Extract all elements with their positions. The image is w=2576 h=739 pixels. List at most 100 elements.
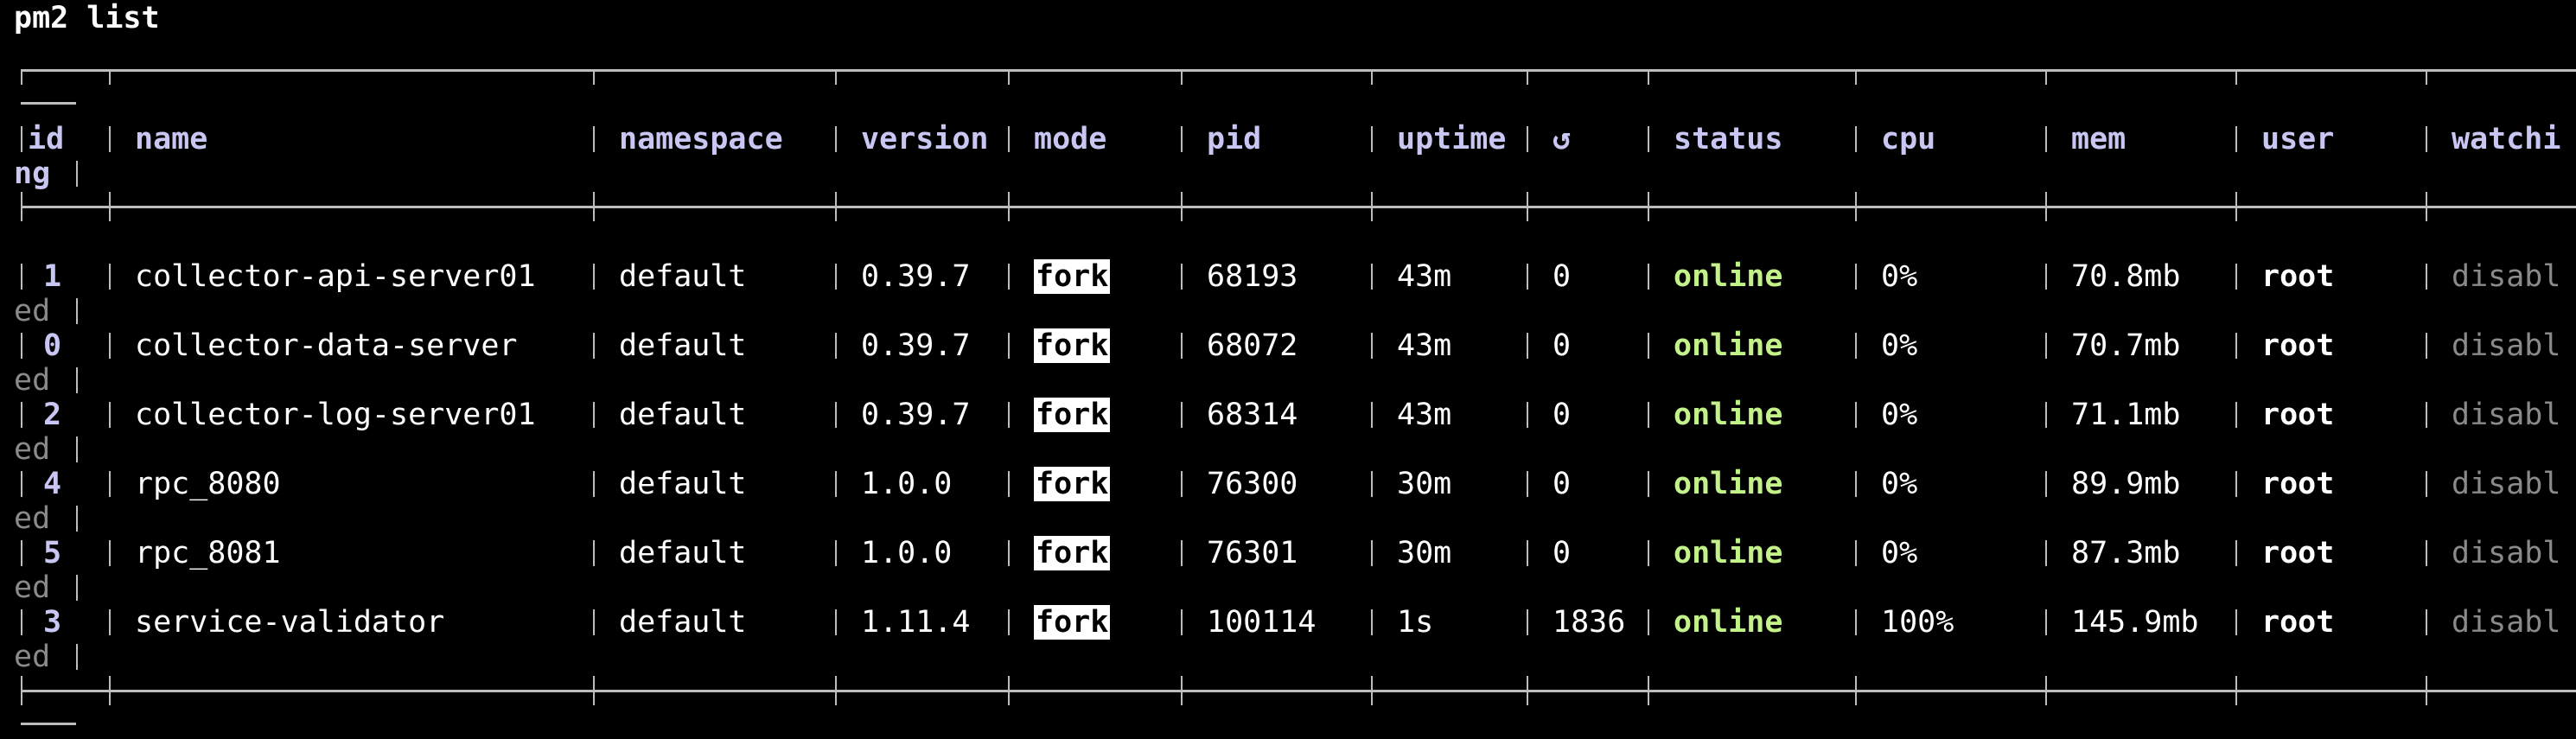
column-header-version[interactable]: version — [861, 121, 989, 157]
cell-separator — [593, 471, 595, 497]
cell-separator — [1008, 540, 1010, 566]
pid-cell: 76301 — [1207, 536, 1298, 570]
column-tick — [835, 690, 837, 705]
id-cell: 3 — [43, 605, 62, 640]
watching-wrap-text: ed — [14, 501, 51, 536]
cell-separator — [2045, 540, 2047, 566]
mode-badge: fork — [1034, 467, 1111, 501]
user-cell: root — [2261, 605, 2335, 640]
column-header-watching[interactable]: watchi — [2452, 121, 2560, 157]
column-tick — [2235, 690, 2237, 705]
column-tick — [1527, 676, 1528, 690]
id-cell: 2 — [43, 398, 62, 432]
mode-cell: fork — [1034, 258, 1111, 295]
pid-cell: 68193 — [1207, 259, 1298, 294]
name-cell: rpc_8081 — [135, 536, 281, 570]
column-header-name[interactable]: name — [135, 121, 207, 157]
watching-wrap-text: ed — [14, 432, 51, 467]
cell-separator — [1855, 264, 1857, 290]
column-tick — [1855, 690, 1857, 705]
namespace-cell: default — [619, 605, 747, 640]
user-cell: root — [2261, 328, 2335, 363]
cell-separator — [835, 402, 837, 428]
cell-separator — [1855, 540, 1857, 566]
cell-separator — [835, 471, 837, 497]
watching-wrap-text: ed — [14, 363, 51, 398]
column-tick — [593, 69, 595, 85]
column-tick — [593, 690, 595, 705]
column-tick — [109, 676, 111, 690]
column-tick — [1181, 676, 1183, 690]
cell-separator — [1855, 402, 1857, 428]
column-tick — [835, 206, 837, 221]
uptime-cell: 43m — [1397, 259, 1452, 294]
cell-separator — [835, 609, 837, 635]
cell-separator — [2045, 609, 2047, 635]
cell-separator — [1371, 609, 1373, 635]
column-tick — [1855, 676, 1857, 690]
cell-separator — [1008, 471, 1010, 497]
cell-separator — [1527, 471, 1528, 497]
wrap-separator — [76, 575, 78, 601]
cell-separator — [1527, 333, 1528, 359]
version-cell: 0.39.7 — [861, 398, 971, 432]
column-header-uptime[interactable]: uptime — [1397, 121, 1506, 157]
watching-wrap-text: ed — [14, 570, 51, 605]
version-cell: 1.0.0 — [861, 536, 953, 570]
column-header-pid[interactable]: pid — [1207, 121, 1261, 157]
cell-separator — [1371, 333, 1373, 359]
mode-badge: fork — [1034, 398, 1111, 432]
uptime-cell: 30m — [1397, 536, 1452, 570]
column-tick — [1371, 192, 1373, 206]
column-header-status[interactable]: status — [1674, 121, 1782, 157]
column-tick — [1008, 69, 1010, 85]
user-cell: root — [2261, 467, 2335, 501]
version-cell: 0.39.7 — [861, 259, 971, 294]
column-header-cpu[interactable]: cpu — [1881, 121, 1935, 157]
wrap-separator — [76, 161, 78, 187]
header-separator — [1181, 126, 1183, 152]
uptime-cell: 43m — [1397, 328, 1452, 363]
column-header-mode[interactable]: mode — [1034, 121, 1106, 157]
cell-separator — [1648, 333, 1649, 359]
column-tick — [1648, 676, 1649, 690]
cell-separator — [2235, 609, 2237, 635]
name-cell: rpc_8080 — [135, 467, 281, 501]
column-header-id[interactable]: id — [28, 121, 64, 157]
column-tick — [1855, 206, 1857, 221]
column-tick — [2045, 676, 2047, 690]
column-tick — [1181, 690, 1183, 705]
cell-separator — [2426, 402, 2427, 428]
column-header-mem[interactable]: mem — [2071, 121, 2126, 157]
column-header-namespace[interactable]: namespace — [619, 121, 783, 157]
cpu-cell: 0% — [1881, 467, 1918, 501]
pid-cell: 68314 — [1207, 398, 1298, 432]
cell-separator — [109, 540, 111, 566]
column-tick — [2235, 69, 2237, 85]
name-cell: collector-log-server01 — [135, 398, 536, 432]
column-tick — [1527, 192, 1528, 206]
watching-wrap-text: ed — [14, 294, 51, 328]
cell-separator — [1527, 264, 1528, 290]
cell-separator — [109, 402, 111, 428]
name-cell: collector-api-server01 — [135, 259, 536, 294]
namespace-cell: default — [619, 328, 747, 363]
user-cell: root — [2261, 398, 2335, 432]
cell-separator — [109, 333, 111, 359]
cell-separator — [2045, 402, 2047, 428]
id-cell: 1 — [43, 259, 62, 294]
cpu-cell: 0% — [1881, 259, 1918, 294]
status-badge: online — [1674, 605, 1783, 640]
column-tick — [1008, 676, 1010, 690]
column-tick — [109, 69, 111, 85]
column-header-restarts[interactable]: ↺ — [1553, 121, 1571, 157]
command-line: pm2 list — [14, 1, 160, 35]
mem-cell: 70.8mb — [2071, 259, 2181, 294]
column-tick — [2045, 192, 2047, 206]
column-header-user[interactable]: user — [2261, 121, 2334, 157]
namespace-cell: default — [619, 536, 747, 570]
header-separator — [1648, 126, 1649, 152]
mode-badge: fork — [1034, 536, 1111, 570]
column-tick — [1181, 192, 1183, 206]
cell-separator — [1181, 471, 1183, 497]
